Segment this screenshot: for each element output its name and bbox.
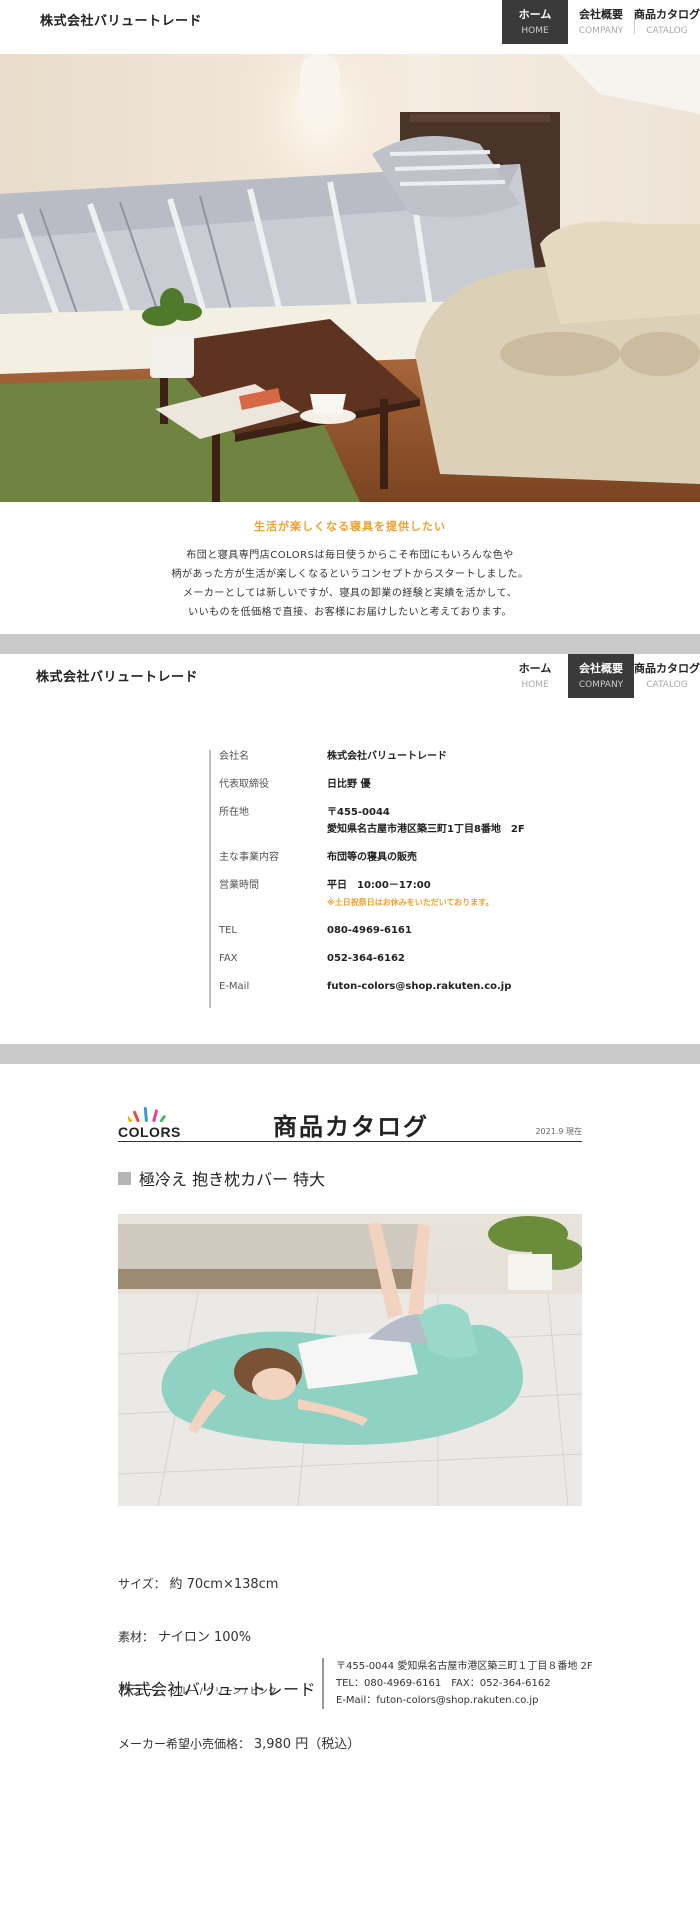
nav-company[interactable]: 会社概要 COMPANY (568, 654, 634, 698)
company-row: 代表取締役 日比野 優 (219, 778, 525, 792)
company-value: 日比野 優 (327, 779, 371, 790)
intro-line: 柄があった方が生活が楽しくなるというコンセプトからスタートしました。 (171, 569, 529, 580)
company-row: 所在地 〒455-0044 愛知県名古屋市港区築三町1丁目8番地 2F (219, 806, 525, 837)
company-row: TEL 080-4969-6161 (219, 924, 525, 938)
company-key: 営業時間 (219, 880, 259, 891)
company-value: 株式会社バリュートレード (327, 751, 447, 762)
business-hours: 平日 10:00－17:00 (327, 880, 431, 891)
nav-home-label: ホーム (518, 662, 552, 675)
section-divider (0, 634, 700, 654)
catalog-header: COLORS 商品カタログ 2021.9 現在 (118, 1096, 582, 1142)
spec-value: 約 70cm×138cm (169, 1577, 279, 1592)
catalog-title: 商品カタログ (273, 1113, 429, 1141)
spec-label: 素材： (118, 1630, 155, 1644)
email-link[interactable]: futon-colors@shop.rakuten.co.jp (327, 980, 511, 994)
footer-contact: TEL：080-4969-6161 FAX：052-364-6162 (336, 1678, 551, 1689)
company-value: 平日 10:00－17:00 ※土日祝祭日はお休みをいただいております。 (327, 879, 494, 910)
company-key: E-Mail (219, 981, 250, 992)
spec-material: 素材： ナイロン 100% (118, 1629, 360, 1646)
company-key: FAX (219, 953, 238, 964)
brand-name: 株式会社バリュートレード (40, 14, 203, 29)
nav-home-sub: HOME (521, 680, 549, 690)
intro-tagline: 生活が楽しくなる寝具を提供したい (254, 520, 446, 533)
section-divider (0, 1044, 700, 1064)
catalog-date: 2021.9 現在 (535, 1127, 582, 1136)
footer-brand: 株式会社バリュートレード (118, 1680, 317, 1699)
footer-address-block: 〒455-0044 愛知県名古屋市港区築三町１丁目８番地 2F TEL：080-… (322, 1658, 593, 1709)
company-section: 株式会社バリュートレード ホーム HOME 会社概要 COMPANY 商品カタロ… (0, 654, 700, 1044)
nav-catalog-sub: CATALOG (646, 680, 688, 690)
nav-catalog[interactable]: 商品カタログ CATALOG (634, 0, 700, 44)
company-row: FAX 052-364-6162 (219, 952, 525, 966)
spec-label: サイズ： (118, 1577, 166, 1591)
product-name: 極冷え 抱き枕カバー 特大 (118, 1166, 325, 1190)
company-brand-name: 株式会社バリュートレード (36, 670, 199, 685)
hero-bedroom-photo (0, 54, 700, 502)
intro-line: いいものを低価格で直接、お客様にお届けしたいと考えております。 (188, 607, 512, 618)
spec-price: メーカー希望小売価格： 3,980 円（税込） (118, 1736, 360, 1753)
company-key: 会社名 (219, 751, 249, 762)
intro-line: 布団と寝具専門店COLORSは毎日使うからこそ布団にもいろんな色や (186, 550, 514, 561)
product-photo (118, 1214, 582, 1506)
nav-catalog-sub: CATALOG (646, 26, 688, 36)
company-row: 営業時間 平日 10:00－17:00 ※土日祝祭日はお休みをいただいております… (219, 879, 525, 910)
company-key: 代表取締役 (219, 779, 269, 790)
nav-company-label: 会社概要 (579, 8, 623, 21)
nav-company-sub: COMPANY (578, 680, 624, 690)
company-value: 〒455-0044 愛知県名古屋市港区築三町1丁目8番地 2F (327, 806, 525, 837)
main-nav: ホーム HOME 会社概要 COMPANY 商品カタログ CATALOG (502, 0, 700, 44)
nav-home-sub: HOME (521, 26, 549, 36)
intro-section: 生活が楽しくなる寝具を提供したい 布団と寝具専門店COLORSは毎日使うからこそ… (0, 502, 700, 634)
bullet-square-icon (118, 1171, 131, 1185)
nav-company-label: 会社概要 (579, 662, 623, 675)
top-header: 株式会社バリュートレード ホーム HOME 会社概要 COMPANY 商品カタロ… (0, 0, 700, 54)
spec-label: メーカー希望小売価格： (118, 1737, 251, 1751)
footer: 株式会社バリュートレード 〒455-0044 愛知県名古屋市港区築三町１丁目８番… (0, 1656, 700, 1726)
company-row: E-Mail futon-colors@shop.rakuten.co.jp (219, 980, 525, 994)
nav-catalog[interactable]: 商品カタログ CATALOG (634, 654, 700, 698)
nav-company-sub: COMPANY (578, 26, 624, 36)
street-address: 愛知県名古屋市港区築三町1丁目8番地 2F (327, 824, 525, 835)
nav-catalog-label: 商品カタログ (634, 8, 700, 21)
spec-size: サイズ： 約 70cm×138cm (118, 1576, 360, 1593)
nav-home-label: ホーム (518, 8, 552, 21)
phone-number: 080-4969-6161 (327, 925, 412, 936)
fax-number: 052-364-6162 (327, 953, 405, 964)
holiday-note: ※土日祝祭日はお休みをいただいております。 (327, 898, 494, 907)
spec-value: 3,980 円（税込） (253, 1737, 361, 1752)
product-name-text: 極冷え 抱き枕カバー 特大 (139, 1170, 326, 1189)
catalog-section: COLORS 商品カタログ 2021.9 現在 極冷え 抱き枕カバー 特大 サイ… (0, 1064, 700, 1752)
color-fan-icon (128, 1107, 166, 1122)
product-illustration (118, 1214, 582, 1506)
nav-company[interactable]: 会社概要 COMPANY (568, 0, 634, 44)
footer-address: 〒455-0044 愛知県名古屋市港区築三町１丁目８番地 2F (336, 1661, 593, 1672)
postal-code: 〒455-0044 (327, 807, 390, 818)
nav-catalog-label: 商品カタログ (634, 662, 700, 675)
company-nav: ホーム HOME 会社概要 COMPANY 商品カタログ CATALOG (502, 654, 700, 698)
company-value: 布団等の寝具の販売 (327, 852, 417, 863)
company-row: 主な事業内容 布団等の寝具の販売 (219, 851, 525, 865)
spec-value: ナイロン 100% (157, 1630, 252, 1645)
company-key: 主な事業内容 (219, 852, 279, 863)
colors-logo: COLORS (118, 1106, 190, 1140)
company-header: 株式会社バリュートレード ホーム HOME 会社概要 COMPANY 商品カタロ… (0, 654, 700, 708)
company-key: 所在地 (219, 807, 249, 818)
hero-illustration (0, 54, 700, 502)
intro-line: メーカーとしては新しいですが、寝具の卸業の経験と実績を活かして、 (182, 588, 518, 599)
logo-text: COLORS (118, 1124, 181, 1140)
footer-email[interactable]: E-Mail：futon-colors@shop.rakuten.co.jp (336, 1692, 593, 1709)
nav-home[interactable]: ホーム HOME (502, 654, 568, 698)
company-info-table: 会社名 株式会社バリュートレード 代表取締役 日比野 優 所在地 〒455-00… (209, 750, 525, 1008)
nav-home[interactable]: ホーム HOME (502, 0, 568, 44)
intro-body: 布団と寝具専門店COLORSは毎日使うからこそ布団にもいろんな色や 柄があった方… (0, 546, 700, 622)
company-key: TEL (219, 925, 237, 936)
company-row: 会社名 株式会社バリュートレード (219, 750, 525, 764)
